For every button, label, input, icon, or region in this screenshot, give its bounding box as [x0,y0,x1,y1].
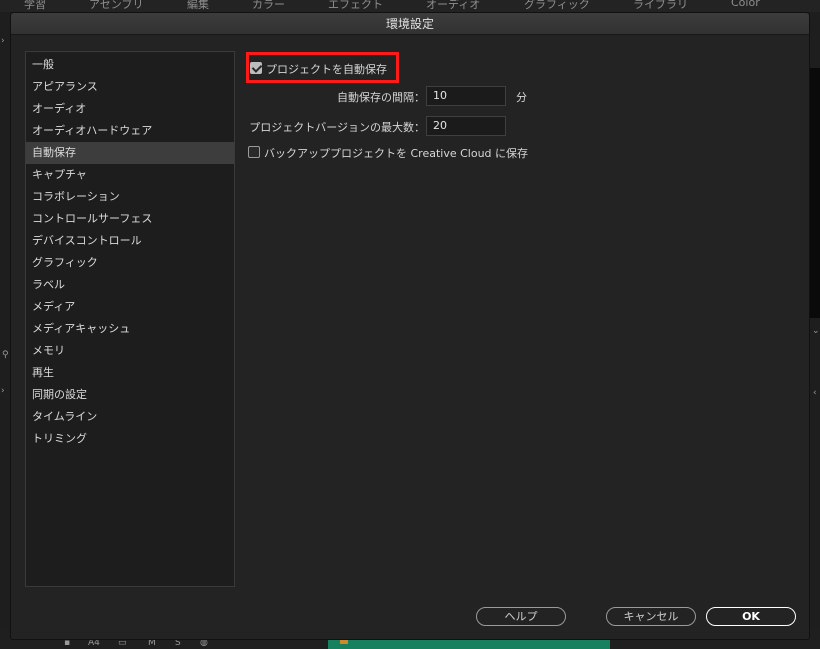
category-item-audio-hardware[interactable]: オーディオハードウェア [26,120,234,142]
category-item-timeline[interactable]: タイムライン [26,406,234,428]
dialog-title: 環境設定 [11,13,809,35]
preferences-dialog: 環境設定 一般 アピアランス オーディオ オーディオハードウェア 自動保存 キャ… [10,12,810,640]
max-versions-label: プロジェクトバージョンの最大数： [249,121,425,134]
category-item-collaboration[interactable]: コラボレーション [26,186,234,208]
panel-collapse-arrow-icon[interactable]: ‹ [813,388,817,398]
workspace-tab[interactable]: エフェクト [328,0,383,12]
auto-save-settings-pane: プロジェクトを自動保存 自動保存の間隔： 10 分 プロジェクトバージョンの最大… [243,51,803,201]
category-item-playback[interactable]: 再生 [26,362,234,384]
dropdown-arrow-icon[interactable]: ⌄ [812,326,820,336]
workspace-tab[interactable]: ライブラリ [633,0,688,12]
category-list: 一般 アピアランス オーディオ オーディオハードウェア 自動保存 キャプチャ コ… [25,51,235,587]
auto-save-checkbox[interactable] [250,62,262,74]
max-versions-input[interactable]: 20 [426,116,506,136]
cancel-button[interactable]: キャンセル [606,607,696,626]
category-item-media-cache[interactable]: メディアキャッシュ [26,318,234,340]
ok-button[interactable]: OK [706,607,796,626]
workspace-tab[interactable]: Color [731,0,760,9]
category-item-control-surface[interactable]: コントロールサーフェス [26,208,234,230]
category-item-trim[interactable]: トリミング [26,428,234,450]
background-left-panel [0,12,10,649]
help-button[interactable]: ヘルプ [476,607,566,626]
auto-save-label: プロジェクトを自動保存 [266,63,387,76]
backup-creative-cloud-label: バックアッププロジェクトを Creative Cloud に保存 [264,147,529,160]
workspace-tab[interactable]: アセンブリ [89,0,143,12]
workspace-tab[interactable]: カラー [252,0,285,12]
backup-creative-cloud-checkbox[interactable] [248,146,260,158]
category-item-appearance[interactable]: アピアランス [26,76,234,98]
category-item-sync-settings[interactable]: 同期の設定 [26,384,234,406]
category-item-device-control[interactable]: デバイスコントロール [26,230,234,252]
workspace-tab[interactable]: グラフィック [524,0,590,12]
interval-input[interactable]: 10 [426,86,506,106]
category-item-audio[interactable]: オーディオ [26,98,234,120]
interval-unit: 分 [516,91,527,104]
background-program-monitor [810,68,820,318]
workspace-tab[interactable]: オーディオ [426,0,480,12]
category-item-graphics[interactable]: グラフィック [26,252,234,274]
workspace-tab[interactable]: 学習 [24,0,46,12]
workspace-tabs-bar: 学習 アセンブリ 編集 カラー エフェクト オーディオ グラフィック ライブラリ… [0,0,820,12]
category-item-general[interactable]: 一般 [26,54,234,76]
interval-label: 自動保存の間隔： [337,91,425,104]
category-item-auto-save[interactable]: 自動保存 [26,142,234,164]
workspace-tab[interactable]: 編集 [187,0,209,12]
category-item-memory[interactable]: メモリ [26,340,234,362]
panel-expand-arrow-icon[interactable]: › [1,386,5,396]
category-item-media[interactable]: メディア [26,296,234,318]
category-item-labels[interactable]: ラベル [26,274,234,296]
category-item-capture[interactable]: キャプチャ [26,164,234,186]
search-icon[interactable]: ⚲ [2,350,9,360]
panel-expand-arrow-icon[interactable]: › [1,36,5,46]
